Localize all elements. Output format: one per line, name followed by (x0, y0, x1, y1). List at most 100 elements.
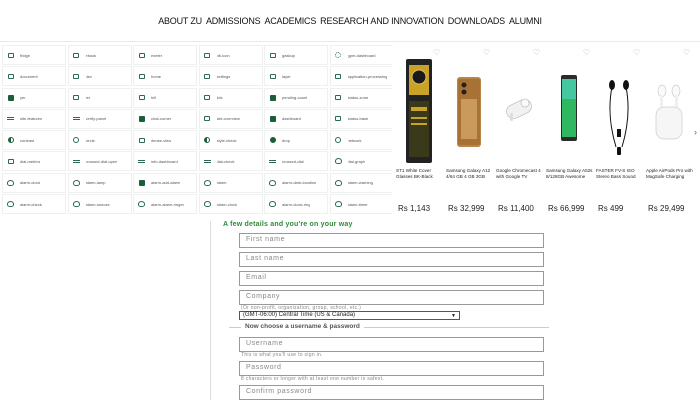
nav-link-alumni[interactable]: ALUMNI (509, 16, 542, 26)
icon-tile[interactable]: yer (2, 87, 66, 108)
icon-tile[interactable]: pending-count (264, 87, 328, 108)
product-image (609, 80, 629, 155)
icon-label: alarm-warning (347, 180, 373, 186)
icon-tile[interactable]: dex (67, 66, 132, 87)
product-card[interactable]: ♡ ST1 White Cover Glasses BK-Black Rs 1,… (394, 43, 444, 221)
icon-tile[interactable]: ter (67, 87, 132, 108)
icon-tile[interactable]: alarm-warning (329, 172, 394, 193)
icon-tile[interactable]: alarm-clock (198, 194, 263, 215)
nav-link-academics[interactable]: ACADEMICS (264, 16, 316, 26)
timezone-select[interactable]: (GMT-06:00) Central Time (US & Canada) ▼ (239, 311, 460, 320)
icon-label: dial-graph (347, 158, 366, 164)
first-name-field[interactable]: First name (239, 233, 544, 248)
nav-link-downloads[interactable]: DOWNLOADS (448, 16, 505, 26)
icon-label: alarm-clock (20, 180, 41, 186)
icon-tile[interactable]: ebook (67, 45, 132, 65)
nav-link-about[interactable]: ABOUT ZU (158, 16, 202, 26)
icon-tile[interactable]: home (133, 66, 197, 87)
email-field[interactable]: Email (239, 271, 544, 286)
company-field[interactable]: Company (239, 290, 544, 305)
crossed-dial-open-icon (72, 158, 80, 165)
icon-tile[interactable]: exeter (133, 45, 197, 65)
icon-tile[interactable]: alarm-clock-ring (264, 194, 328, 215)
product-card[interactable]: ♡ FASTER FV-S ISO Stereo Bass Sound Earp… (594, 43, 644, 221)
icon-tile[interactable]: crossed-dial-open (67, 151, 132, 172)
icon-tile[interactable]: status-base (329, 108, 394, 129)
icon-tile[interactable]: status-zone (329, 87, 394, 108)
product-card[interactable]: ♡ Google Chromecast 4 with Google TV Rs … (494, 43, 544, 221)
icon-tile[interactable]: alarm-clock (2, 172, 66, 193)
product-name[interactable]: Samsung Galaxy A52s 8/128GB Awesome Mint (546, 168, 594, 180)
icon-tile[interactable]: alarm-check (2, 194, 66, 215)
icon-label: alarm-alarm-ringer (151, 201, 184, 207)
icon-label: network (347, 137, 362, 143)
chevron-right-icon[interactable]: › (694, 127, 697, 137)
product-card[interactable]: ♡ Samsung Galaxy A52s 8/128GB Awesome Mi… (544, 43, 594, 221)
icon-tile[interactable]: site-overview (198, 108, 263, 129)
icon-tile[interactable]: alarm-add-alarm (133, 172, 197, 193)
product-name[interactable]: FASTER FV-S ISO Stereo Bass Sound Earpho… (596, 168, 644, 180)
password-field[interactable]: Password (239, 361, 544, 376)
icon-tile[interactable]: application-processing (329, 66, 394, 87)
icon-tile[interactable]: dial-metrics (2, 151, 66, 172)
document-icon (7, 73, 14, 80)
last-name-field[interactable]: Last name (239, 252, 544, 267)
icon-tile[interactable]: alarm-lamp (67, 172, 132, 193)
product-card[interactable]: ♡ Samsung Galaxy A12 4/64 GB 4 GB 3GB Me… (444, 43, 494, 221)
product-name[interactable]: ST1 White Cover Glasses BK-Black (396, 168, 444, 180)
hill-icon (138, 94, 145, 101)
icon-tile[interactable]: drop (264, 130, 328, 151)
username-field[interactable]: Username (239, 337, 544, 352)
wishlist-heart-icon[interactable]: ♡ (483, 49, 490, 57)
product-name[interactable]: Apple AirPods Pro with MagSafe Charging … (646, 168, 694, 180)
product-name[interactable]: Samsung Galaxy A12 4/64 GB 4 GB 3GB Memo… (446, 168, 494, 180)
icon-tile[interactable]: dashboard (264, 108, 328, 129)
icon-tile[interactable]: chat-corner (133, 108, 197, 129)
icon-tile[interactable]: crossed-dial (264, 151, 328, 172)
wishlist-heart-icon[interactable]: ♡ (583, 49, 590, 57)
dial-metrics-icon (7, 158, 14, 165)
icon-tile[interactable]: network (329, 130, 394, 151)
settings-icon (204, 73, 211, 80)
icon-label: contrast (20, 137, 35, 143)
icon-tile[interactable]: settings (198, 66, 263, 87)
alarm-add-alarm-icon (138, 179, 145, 186)
icon-tile[interactable]: dial-graph (329, 151, 394, 172)
confirm-password-field[interactable]: Confirm password (239, 385, 544, 400)
icon-tile[interactable]: alarm-alarm-ringer (133, 194, 197, 215)
icon-label: document (20, 73, 38, 79)
wishlist-heart-icon[interactable]: ♡ (533, 49, 540, 57)
icon-tile[interactable]: alarm (198, 172, 263, 193)
nav-link-admissions[interactable]: ADMISSIONS (206, 16, 261, 26)
icon-tile[interactable]: verify-panel (67, 108, 132, 129)
icon-tile[interactable]: alarm-timer (329, 194, 394, 215)
wishlist-heart-icon[interactable]: ♡ (683, 49, 690, 57)
icon-label: ter (85, 95, 91, 101)
icon-tile[interactable]: gpm-dashboard (329, 45, 394, 65)
icon-tile[interactable]: circle (67, 130, 132, 151)
icon-label: fridge (20, 52, 31, 58)
icon-tile[interactable]: document (2, 66, 66, 87)
icon-tile[interactable]: info-dashboard (133, 151, 197, 172)
product-card[interactable]: ♡ Apple AirPods Pro with MagSafe Chargin… (644, 43, 694, 221)
icon-tile[interactable]: layer (264, 66, 328, 87)
icon-tile[interactable]: dense-view (133, 130, 197, 151)
icon-tile[interactable]: alarm-snooze (67, 194, 132, 215)
icon-label: dial-check (216, 158, 235, 164)
gpm-dashboard-icon (335, 52, 342, 59)
icon-tile[interactable]: alarm-dark-location (264, 172, 328, 193)
icon-tile[interactable]: fridge (2, 45, 66, 65)
icon-tile[interactable]: gaskup (264, 45, 328, 65)
icon-tile[interactable]: hill (133, 87, 197, 108)
icon-tile[interactable]: style-check (198, 130, 263, 151)
icon-tile[interactable]: dial-check (198, 151, 263, 172)
wishlist-heart-icon[interactable]: ♡ (633, 49, 640, 57)
icon-tile[interactable]: lids (198, 87, 263, 108)
icon-tile[interactable]: db-icon (198, 45, 263, 65)
nav-link-research[interactable]: RESEARCH AND INNOVATION (320, 16, 444, 26)
icon-tile[interactable]: site-features (2, 108, 66, 129)
product-name[interactable]: Google Chromecast 4 with Google TV (496, 168, 544, 180)
fridge-icon (7, 52, 14, 59)
wishlist-heart-icon[interactable]: ♡ (433, 49, 440, 57)
icon-tile[interactable]: contrast (2, 130, 66, 151)
